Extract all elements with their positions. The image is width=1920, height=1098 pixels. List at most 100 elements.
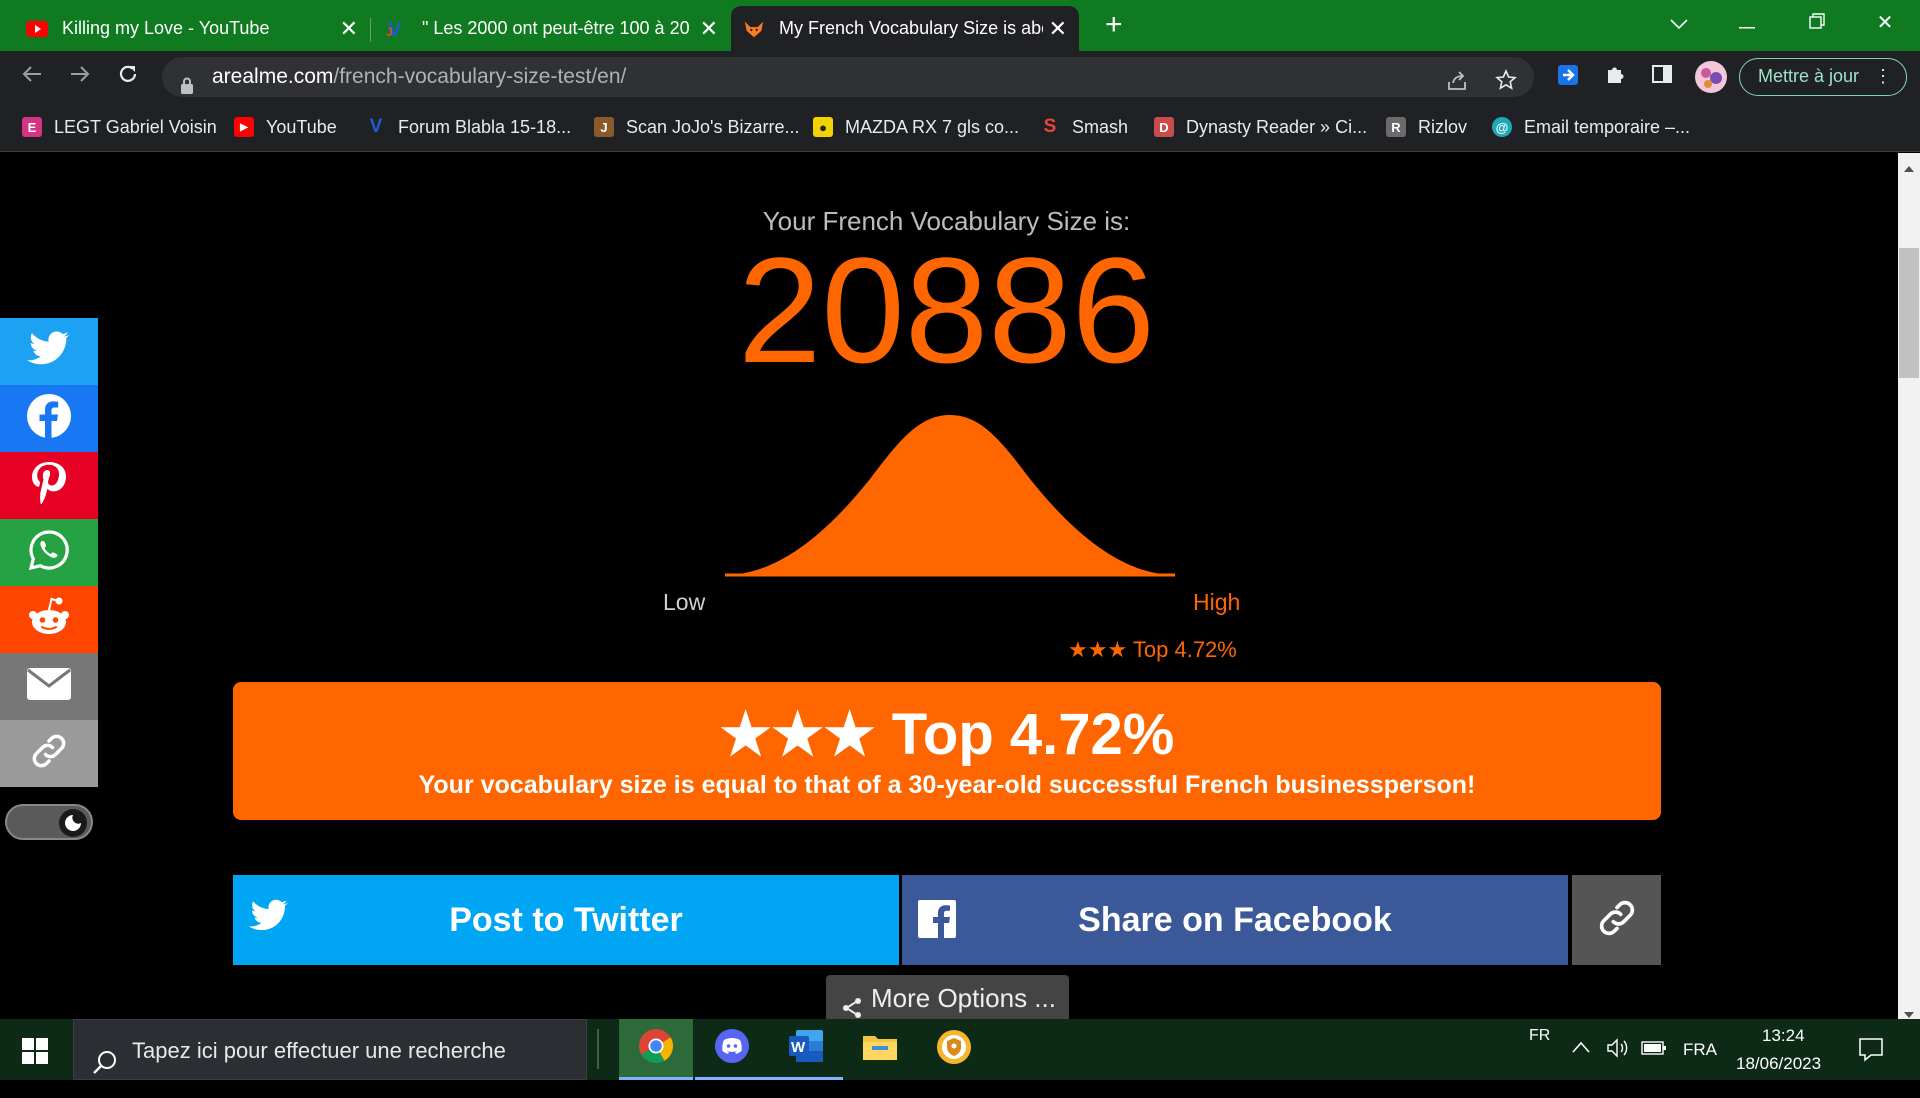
distribution-curve bbox=[725, 415, 1175, 577]
taskbar-word[interactable]: W bbox=[769, 1019, 843, 1080]
tab-active-vocabulary[interactable]: My French Vocabulary Size is abo ✕ bbox=[731, 6, 1079, 51]
twitter-label: Post to Twitter bbox=[449, 900, 683, 939]
social-email-button[interactable] bbox=[0, 653, 98, 720]
tray-chevron-icon[interactable] bbox=[1572, 1040, 1590, 1058]
close-tab-icon[interactable]: ✕ bbox=[1049, 16, 1067, 42]
bookmark-label: YouTube bbox=[266, 116, 337, 137]
search-placeholder: Tapez ici pour effectuer une recherche bbox=[132, 1038, 506, 1063]
share-nodes-icon bbox=[840, 988, 864, 1019]
tab-jvc[interactable]: VJ " Les 2000 ont peut-être 100 à 20 ✕ bbox=[374, 6, 724, 51]
lock-icon[interactable] bbox=[180, 68, 194, 108]
new-tab-icon[interactable]: + bbox=[1105, 8, 1123, 42]
banner-title: ★★★ Top 4.72% bbox=[719, 702, 1175, 767]
minimize-icon[interactable] bbox=[1724, 8, 1770, 38]
taskbar-discord[interactable] bbox=[695, 1019, 769, 1080]
clock-time[interactable]: 13:24 bbox=[1762, 1026, 1805, 1046]
facebook-icon bbox=[918, 900, 956, 943]
input-language-short[interactable]: FR bbox=[1529, 1027, 1550, 1045]
battery-icon[interactable] bbox=[1641, 1040, 1667, 1061]
bookmark-item[interactable]: ▶ YouTube bbox=[234, 103, 337, 151]
browser-toolbar: arealme.com/french-vocabulary-size-test/… bbox=[0, 51, 1920, 103]
update-chrome-button[interactable]: Mettre à jour ⋮ bbox=[1739, 58, 1907, 96]
moon-icon bbox=[59, 809, 87, 837]
pinterest-icon bbox=[29, 460, 69, 511]
svg-text:W: W bbox=[791, 1039, 806, 1056]
social-reddit-button[interactable] bbox=[0, 586, 98, 653]
bookmarks-bar: E LEGT Gabriel Voisin ▶ YouTube V Forum … bbox=[0, 103, 1920, 152]
copy-link-button[interactable] bbox=[1572, 875, 1661, 965]
close-window-icon[interactable]: ✕ bbox=[1862, 8, 1908, 38]
bookmark-label: Forum Blabla 15-18... bbox=[398, 116, 572, 137]
smash-icon: S bbox=[1043, 116, 1057, 137]
facebook-icon bbox=[26, 393, 72, 444]
reload-icon[interactable] bbox=[114, 63, 142, 91]
forward-icon[interactable] bbox=[66, 63, 94, 91]
bookmark-item[interactable]: E LEGT Gabriel Voisin bbox=[22, 103, 217, 151]
windows-start-icon[interactable] bbox=[22, 1038, 48, 1069]
address-bar[interactable]: arealme.com/french-vocabulary-size-test/… bbox=[162, 57, 1534, 97]
tab-strip: Killing my Love - YouTube ✕ VJ " Les 200… bbox=[0, 0, 1920, 51]
folder-icon bbox=[862, 1032, 898, 1067]
bookmark-label: Scan JoJo's Bizarre... bbox=[626, 116, 800, 137]
mazda-icon: ● bbox=[813, 117, 833, 137]
bookmark-item[interactable]: R Rizlov bbox=[1386, 103, 1467, 151]
close-tab-icon[interactable]: ✕ bbox=[700, 16, 718, 42]
tab-youtube[interactable]: Killing my Love - YouTube ✕ bbox=[14, 6, 364, 51]
bookmark-item[interactable]: S Smash bbox=[1040, 103, 1128, 151]
social-pinterest-button[interactable] bbox=[0, 452, 98, 519]
bookmark-label: LEGT Gabriel Voisin bbox=[54, 116, 217, 137]
extensions-puzzle-icon[interactable] bbox=[1601, 63, 1629, 91]
input-language[interactable]: FRA bbox=[1683, 1040, 1717, 1060]
rizlov-icon: R bbox=[1386, 117, 1406, 137]
tab-title: My French Vocabulary Size is abo bbox=[779, 18, 1043, 38]
bookmark-label: Smash bbox=[1072, 116, 1129, 137]
social-twitter-button[interactable] bbox=[0, 318, 98, 385]
tab-divider bbox=[370, 18, 371, 42]
back-icon[interactable] bbox=[18, 63, 46, 91]
link-icon bbox=[28, 730, 70, 777]
more-options-label: More Options ... bbox=[871, 983, 1056, 1013]
bookmark-star-icon[interactable] bbox=[1495, 65, 1517, 105]
tab-search-chevron-icon[interactable] bbox=[1656, 8, 1702, 38]
notifications-icon[interactable] bbox=[1858, 1036, 1884, 1067]
social-link-button[interactable] bbox=[0, 720, 98, 787]
dark-mode-toggle[interactable] bbox=[5, 804, 93, 840]
taskbar-chrome[interactable] bbox=[619, 1019, 693, 1080]
taskbar-brave[interactable] bbox=[917, 1019, 991, 1080]
jvc-icon: V bbox=[369, 116, 383, 137]
taskbar-search-box[interactable]: Tapez ici pour effectuer une recherche bbox=[73, 1019, 587, 1080]
post-to-twitter-button[interactable]: Post to Twitter bbox=[233, 875, 899, 965]
bookmark-item[interactable]: J Scan JoJo's Bizarre... bbox=[594, 103, 800, 151]
email-icon bbox=[26, 667, 72, 706]
bookmark-item[interactable]: V Forum Blabla 15-18... bbox=[366, 103, 571, 151]
bookmark-item[interactable]: @ Email temporaire –... bbox=[1492, 103, 1690, 151]
high-label: High bbox=[1193, 589, 1241, 615]
whatsapp-icon bbox=[27, 528, 71, 577]
vocabulary-score: 20886 bbox=[737, 226, 1156, 394]
share-page-icon[interactable] bbox=[1446, 66, 1468, 106]
side-panel-icon[interactable] bbox=[1648, 63, 1676, 91]
social-facebook-button[interactable] bbox=[0, 385, 98, 452]
tab-title: Killing my Love - YouTube bbox=[62, 18, 270, 38]
menu-kebab-icon[interactable]: ⋮ bbox=[1874, 59, 1892, 94]
svg-text:J: J bbox=[386, 25, 393, 39]
bookmark-item[interactable]: D Dynasty Reader » Ci... bbox=[1154, 103, 1367, 151]
more-options-button[interactable]: More Options ... bbox=[826, 975, 1069, 1019]
scroll-up-icon[interactable] bbox=[1904, 159, 1914, 177]
bookmark-item[interactable]: ● MAZDA RX 7 gls co... bbox=[813, 103, 1019, 151]
close-tab-icon[interactable]: ✕ bbox=[340, 16, 358, 42]
taskbar-file-explorer[interactable] bbox=[843, 1019, 917, 1080]
update-label: Mettre à jour bbox=[1758, 66, 1860, 86]
clock-date[interactable]: 18/06/2023 bbox=[1736, 1054, 1821, 1074]
twitter-icon bbox=[248, 899, 289, 938]
volume-icon[interactable] bbox=[1606, 1038, 1630, 1063]
scrollbar-thumb[interactable] bbox=[1899, 248, 1919, 378]
vpn-shield-icon bbox=[936, 1029, 972, 1070]
share-on-facebook-button[interactable]: Share on Facebook bbox=[902, 875, 1568, 965]
social-whatsapp-button[interactable] bbox=[0, 519, 98, 586]
restore-icon[interactable] bbox=[1794, 8, 1840, 38]
translate-extension-icon[interactable] bbox=[1554, 63, 1582, 91]
fox-icon bbox=[743, 18, 765, 40]
url-domain: arealme.com bbox=[212, 65, 334, 88]
profile-avatar[interactable] bbox=[1694, 60, 1728, 94]
